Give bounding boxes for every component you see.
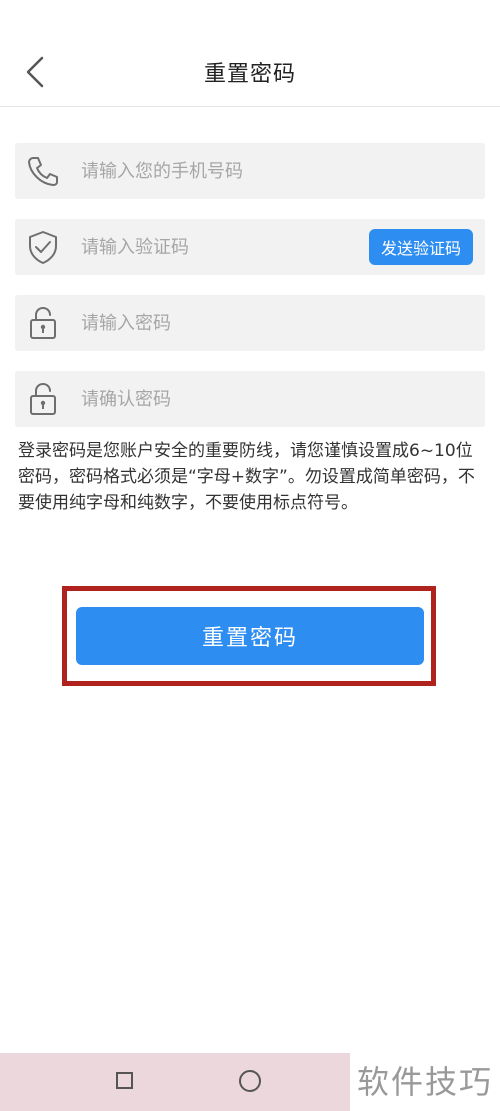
phone-input[interactable] [81,151,485,191]
password-input[interactable] [81,303,485,343]
verification-code-field: 发送验证码 [15,219,485,275]
circle-icon[interactable] [239,1070,261,1092]
reset-password-page: 重置密码 发送验证码 登录 [0,0,500,1111]
shield-check-icon [29,231,57,264]
watermark: 软件技巧 [350,1053,500,1111]
header-bar: 重置密码 [0,0,500,107]
phone-field [15,143,485,199]
page-title: 重置密码 [203,62,296,87]
confirm-password-field [15,371,485,427]
lock-icon [30,306,56,339]
password-field [15,295,485,351]
send-code-button[interactable]: 发送验证码 [368,229,473,265]
confirm-password-input[interactable] [81,379,485,419]
phone-icon [28,157,58,186]
reset-password-button[interactable]: 重置密码 [76,607,424,665]
password-rules-notice: 登录密码是您账户安全的重要防线，请您谨慎设置成6~10位密码，密码格式必须是“字… [18,441,475,513]
square-icon[interactable] [116,1072,133,1089]
verification-code-input[interactable] [81,227,369,267]
lock-icon [30,382,56,415]
